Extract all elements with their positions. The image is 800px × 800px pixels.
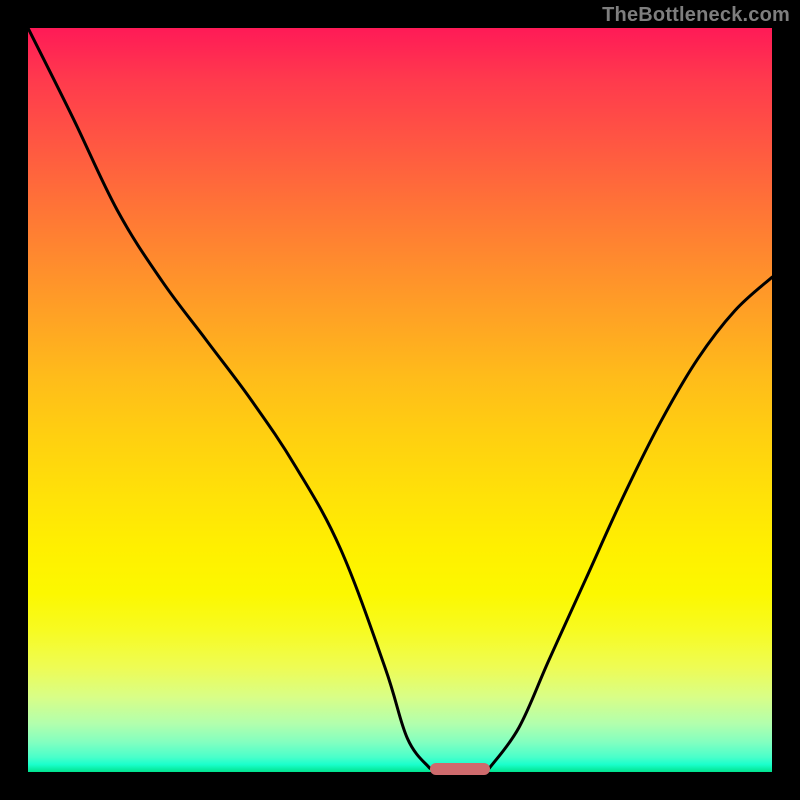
bottom-marker xyxy=(430,763,490,775)
watermark-text: TheBottleneck.com xyxy=(602,4,790,27)
bottleneck-curve xyxy=(28,28,772,772)
plot-area xyxy=(28,28,772,772)
curve-right-branch xyxy=(489,277,772,768)
chart-container: TheBottleneck.com xyxy=(0,0,800,800)
curve-left-branch xyxy=(28,28,430,768)
